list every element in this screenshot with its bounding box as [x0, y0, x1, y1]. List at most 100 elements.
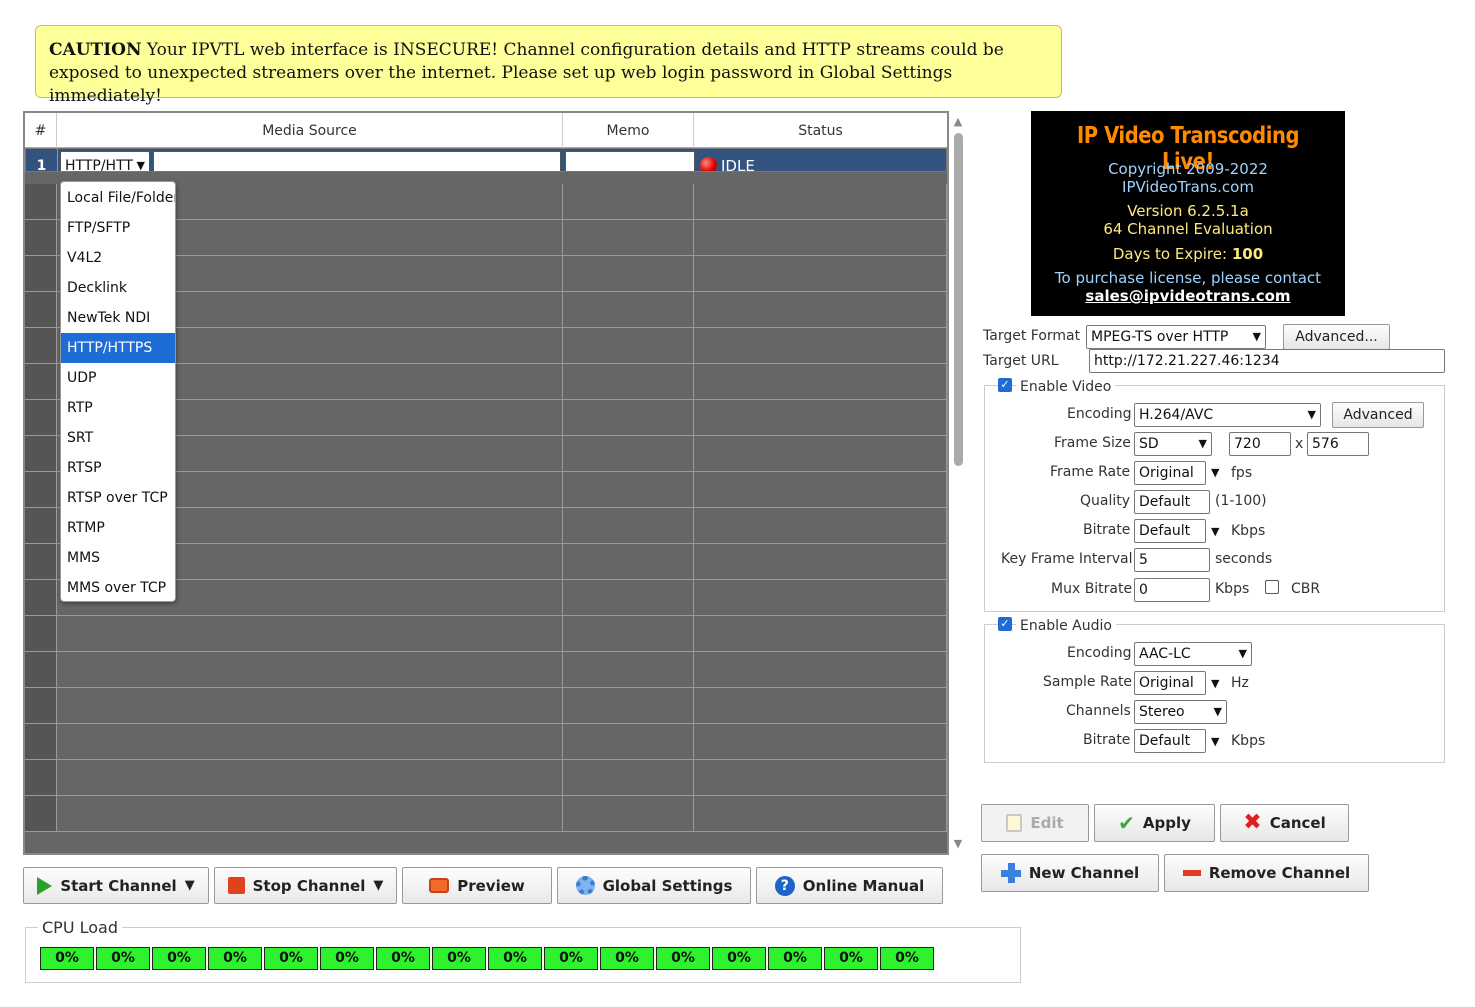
- caution-banner: CAUTION Your IPVTL web interface is INSE…: [35, 25, 1062, 106]
- apply-button[interactable]: ✔ Apply: [1094, 804, 1215, 842]
- table-row-selected[interactable]: 1 HTTP/HTT ▼ IDLE: [25, 148, 947, 172]
- cancel-button[interactable]: ✖ Cancel: [1220, 804, 1349, 842]
- table-cell: [57, 688, 563, 723]
- frame-width-input[interactable]: 720: [1229, 432, 1291, 456]
- frame-size-select[interactable]: SD ▼: [1134, 432, 1212, 456]
- quality-input[interactable]: Default: [1134, 490, 1210, 514]
- scroll-down-icon[interactable]: ▼: [952, 837, 964, 850]
- table-row[interactable]: [25, 652, 947, 688]
- dropdown-option-selected[interactable]: HTTP/HTTPS: [61, 333, 175, 363]
- start-channel-button[interactable]: Start Channel ▼: [23, 867, 209, 904]
- table-cell: [694, 220, 947, 255]
- table-cell: [694, 256, 947, 291]
- header-media-source[interactable]: Media Source: [57, 113, 563, 148]
- cpu-load-cells: 0% 0% 0% 0% 0% 0% 0% 0% 0% 0% 0% 0% 0% 0% 0% 0%: [40, 947, 934, 970]
- video-bitrate-input[interactable]: Default: [1134, 519, 1206, 543]
- sample-rate-label: Sample Rate: [1043, 674, 1133, 690]
- dropdown-option[interactable]: MMS over TCP: [61, 573, 175, 603]
- version-text: Version 6.2.5.1a: [1127, 202, 1249, 220]
- frame-rate-input[interactable]: Original: [1134, 461, 1206, 485]
- table-cell: [57, 652, 563, 687]
- channels-select[interactable]: Stereo ▼: [1134, 700, 1227, 724]
- header-status[interactable]: Status: [694, 113, 947, 148]
- online-manual-button[interactable]: ? Online Manual: [756, 867, 943, 904]
- frame-height-input[interactable]: 576: [1307, 432, 1369, 456]
- dropdown-option[interactable]: RTMP: [61, 513, 175, 543]
- chevron-down-icon[interactable]: ▼: [1211, 466, 1219, 479]
- cbr-checkbox[interactable]: [1265, 580, 1279, 594]
- audio-bitrate-input[interactable]: Default: [1134, 729, 1206, 753]
- table-scrollbar[interactable]: ▲ ▼: [950, 111, 966, 855]
- sales-email-link[interactable]: sales@ipvideotrans.com: [1031, 287, 1345, 305]
- edit-button[interactable]: Edit: [981, 804, 1089, 842]
- table-cell: [563, 616, 694, 651]
- stop-channel-label: Stop Channel: [252, 876, 366, 895]
- quality-label: Quality: [1080, 493, 1131, 509]
- dropdown-option[interactable]: MMS: [61, 543, 175, 573]
- dropdown-option[interactable]: V4L2: [61, 243, 175, 273]
- header-memo[interactable]: Memo: [563, 113, 694, 148]
- dropdown-option[interactable]: RTSP over TCP: [61, 483, 175, 513]
- target-url-input[interactable]: http://172.21.227.46:1234: [1089, 349, 1445, 373]
- chevron-down-icon[interactable]: ▼: [1211, 525, 1219, 538]
- table-row[interactable]: [25, 688, 947, 724]
- table-cell: [694, 616, 947, 651]
- table-row[interactable]: [25, 616, 947, 652]
- video-advanced-button[interactable]: Advanced: [1332, 402, 1424, 428]
- new-channel-button[interactable]: New Channel: [981, 854, 1159, 892]
- global-settings-button[interactable]: Global Settings: [557, 867, 751, 904]
- remove-channel-button[interactable]: Remove Channel: [1164, 854, 1369, 892]
- chevron-down-icon[interactable]: ▼: [1211, 677, 1219, 690]
- source-url-input[interactable]: [153, 151, 561, 171]
- dropdown-option[interactable]: UDP: [61, 363, 175, 393]
- key-frame-input[interactable]: 5: [1134, 548, 1210, 572]
- chevron-down-icon: ▼: [1238, 647, 1247, 660]
- scroll-thumb[interactable]: [954, 133, 963, 466]
- caret-down-icon: ▼: [184, 878, 195, 893]
- dropdown-option[interactable]: Decklink: [61, 273, 175, 303]
- mux-bitrate-input[interactable]: 0: [1134, 578, 1210, 602]
- video-encoding-label: Encoding: [1067, 406, 1132, 422]
- cbr-label: CBR: [1291, 581, 1321, 597]
- dropdown-option[interactable]: NewTek NDI: [61, 303, 175, 333]
- table-cell: [57, 616, 563, 651]
- chevron-down-icon: ▼: [1213, 705, 1222, 718]
- memo-input[interactable]: [565, 151, 695, 171]
- audio-encoding-select[interactable]: AAC-LC ▼: [1134, 642, 1252, 666]
- stop-channel-button[interactable]: Stop Channel ▼: [214, 867, 397, 904]
- dropdown-option[interactable]: RTP: [61, 393, 175, 423]
- enable-video-checkbox[interactable]: ✓: [998, 378, 1012, 392]
- site-text: IPVideoTrans.com: [1122, 178, 1254, 196]
- dropdown-option[interactable]: Local File/Folder: [61, 183, 175, 213]
- target-format-select[interactable]: MPEG-TS over HTTP ▼: [1086, 325, 1266, 349]
- table-cell: [563, 328, 694, 363]
- dropdown-option[interactable]: SRT: [61, 423, 175, 453]
- edit-icon: [1006, 814, 1023, 832]
- table-row[interactable]: [25, 724, 947, 760]
- source-type-select[interactable]: HTTP/HTT ▼: [60, 151, 150, 171]
- chevron-down-icon[interactable]: ▼: [1211, 735, 1219, 748]
- sample-rate-input[interactable]: Original: [1134, 671, 1206, 695]
- table-cell: [25, 796, 57, 831]
- key-frame-label: Key Frame Interval: [1001, 551, 1133, 567]
- caution-label: CAUTION: [49, 40, 142, 60]
- target-format-value: MPEG-TS over HTTP: [1091, 329, 1229, 345]
- table-row[interactable]: [25, 760, 947, 796]
- target-advanced-button[interactable]: Advanced...: [1283, 324, 1390, 350]
- table-cell: [57, 724, 563, 759]
- table-cell: [563, 184, 694, 219]
- scroll-up-icon[interactable]: ▲: [952, 115, 964, 128]
- table-cell: [694, 328, 947, 363]
- enable-audio-checkbox[interactable]: ✓: [998, 617, 1012, 631]
- table-cell: [694, 508, 947, 543]
- dropdown-option[interactable]: RTSP: [61, 453, 175, 483]
- help-icon: ?: [774, 875, 795, 896]
- dropdown-option[interactable]: FTP/SFTP: [61, 213, 175, 243]
- preview-button[interactable]: Preview: [402, 867, 552, 904]
- gear-icon: [575, 876, 595, 895]
- cpu-core-load: 0%: [264, 947, 318, 970]
- video-encoding-select[interactable]: H.264/AVC ▼: [1134, 403, 1321, 427]
- table-row[interactable]: [25, 796, 947, 832]
- table-cell: [563, 436, 694, 471]
- quality-range: (1-100): [1215, 493, 1267, 509]
